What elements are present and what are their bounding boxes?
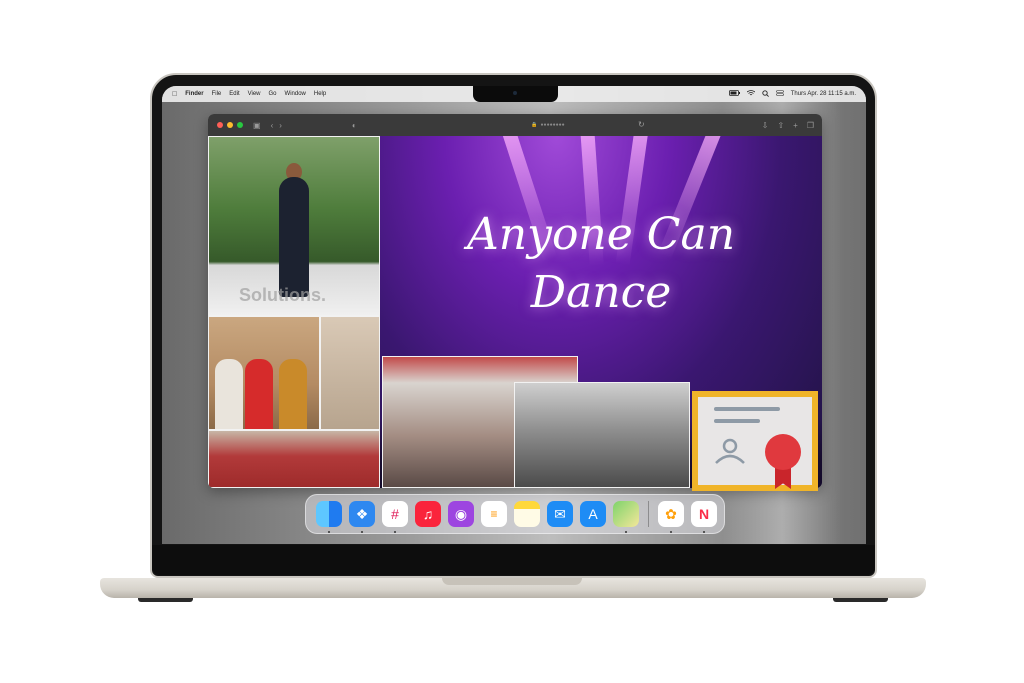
new-tab-icon[interactable]: + <box>793 121 798 130</box>
dock-notes-icon[interactable] <box>514 501 540 527</box>
dock-news-icon[interactable]: N <box>691 501 717 533</box>
laptop-foot-right <box>833 598 888 602</box>
laptop-foot-left <box>138 598 193 602</box>
dock-photos-icon[interactable]: ✿ <box>658 501 684 533</box>
running-indicator <box>394 531 396 533</box>
photo-watermark: Solutions. <box>239 285 326 305</box>
minimize-window-button[interactable] <box>227 122 233 128</box>
photo-large-group[interactable] <box>208 430 380 488</box>
dock-safari-icon[interactable]: ❖ <box>349 501 375 533</box>
menu-app-name[interactable]: Finder <box>185 91 203 97</box>
laptop-hinge-notch <box>442 578 582 585</box>
address-bar[interactable]: 🔒 ●●●●●●●● <box>458 119 638 131</box>
dock-app-store-icon[interactable]: A <box>580 501 606 527</box>
dancer-figure <box>279 177 309 297</box>
lock-icon: 🔒 <box>531 122 538 128</box>
forward-arrow-icon[interactable]: › <box>279 121 282 130</box>
dock: ❖ # ♫ ◉ ≡ ✉ A ✿ N <box>305 494 725 534</box>
menu-datetime[interactable]: Thurs Apr. 28 11:15 a.m. <box>791 91 856 97</box>
tab-overview-icon[interactable]: ❐ <box>807 121 814 130</box>
dock-reminders-icon[interactable]: ≡ <box>481 501 507 527</box>
download-icon[interactable]: ⇩ <box>762 121 769 130</box>
person-figure <box>245 359 273 429</box>
dock-slack-icon[interactable]: # <box>382 501 408 533</box>
zoom-window-button[interactable] <box>237 122 243 128</box>
person-figure <box>215 359 243 429</box>
dock-podcasts-icon[interactable]: ◉ <box>448 501 474 527</box>
battery-icon[interactable] <box>728 90 740 98</box>
wifi-icon[interactable] <box>746 90 755 98</box>
menu-help[interactable]: Help <box>314 91 326 97</box>
certificate-person-icon <box>715 438 745 464</box>
camera-notch <box>473 86 558 102</box>
person-figure <box>279 359 307 429</box>
dock-finder-icon[interactable] <box>316 501 342 533</box>
menu-go[interactable]: Go <box>269 91 277 97</box>
close-window-button[interactable] <box>217 122 223 128</box>
photo-dancer-portrait[interactable]: Solutions. <box>208 136 380 316</box>
back-arrow-icon[interactable]: ‹ <box>271 121 274 130</box>
running-indicator <box>328 531 330 533</box>
menu-status-area: Thurs Apr. 28 11:15 a.m. <box>728 86 856 102</box>
photo-small-group[interactable] <box>320 316 380 430</box>
menu-view[interactable]: View <box>248 91 261 97</box>
photo-award-group[interactable] <box>208 316 320 430</box>
browser-toolbar: ▣ ‹ › ◐ 🔒 ●●●●●●●● ↻ ⇩ ⇧ + ❐ <box>208 114 822 136</box>
hero-title: Anyone Can Dance <box>380 206 822 322</box>
menu-file[interactable]: File <box>212 91 222 97</box>
sidebar-icon[interactable]: ▣ <box>253 121 261 130</box>
certificate-text-line <box>714 419 760 423</box>
toolbar-right-actions: ⇩ ⇧ + ❐ <box>762 114 814 136</box>
dock-maps-icon[interactable] <box>613 501 639 533</box>
apple-menu-icon[interactable]:  <box>172 91 177 98</box>
photo-ballroom-dance[interactable] <box>514 382 690 488</box>
certificate-icon <box>692 391 818 491</box>
address-text: ●●●●●●●● <box>540 122 565 128</box>
menu-window[interactable]: Window <box>285 91 306 97</box>
menu-edit[interactable]: Edit <box>229 91 239 97</box>
certificate-seal <box>768 437 798 467</box>
running-indicator <box>670 531 672 533</box>
running-indicator <box>361 531 363 533</box>
hero-title-line2: Dance <box>530 267 672 318</box>
dock-mail-icon[interactable]: ✉ <box>547 501 573 527</box>
reload-icon[interactable]: ↻ <box>638 120 645 129</box>
search-icon[interactable] <box>762 89 769 99</box>
privacy-shield-icon[interactable]: ◐ <box>352 121 357 130</box>
share-icon[interactable]: ⇧ <box>777 121 784 130</box>
hero-title-line1: Anyone Can <box>466 209 736 260</box>
running-indicator <box>703 531 705 533</box>
dock-separator <box>648 501 649 527</box>
certificate-text-line <box>714 407 780 411</box>
laptop-chin <box>152 545 875 575</box>
dock-music-icon[interactable]: ♫ <box>415 501 441 527</box>
control-center-icon[interactable] <box>775 90 784 98</box>
laptop-screen:  Finder File Edit View Go Window Help T… <box>162 86 866 544</box>
running-indicator <box>625 531 627 533</box>
